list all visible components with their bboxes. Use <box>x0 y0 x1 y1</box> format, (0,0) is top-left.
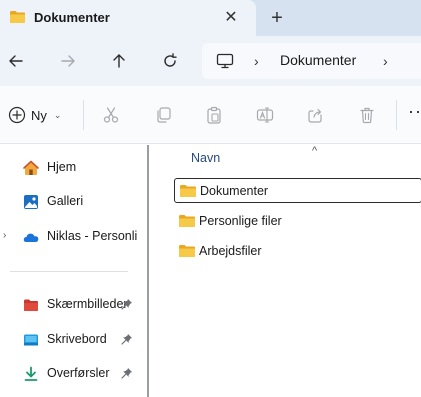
tab-close-icon[interactable]: ✕ <box>222 9 240 27</box>
address-bar[interactable]: › Dokumenter › <box>202 43 421 79</box>
refresh-button[interactable] <box>158 49 182 73</box>
downloads-icon <box>24 366 38 381</box>
share-icon <box>308 108 322 123</box>
sidebar-item-galleri[interactable]: Galleri <box>0 190 140 214</box>
column-header-name[interactable]: Navn <box>191 151 220 165</box>
file-name: Arbejdsfiler <box>199 244 262 258</box>
command-bar: Ny ⌄ ·· <box>0 86 421 144</box>
new-button-label: Ny <box>31 107 47 123</box>
paste-button[interactable] <box>204 105 224 125</box>
breadcrumb-item[interactable]: Dokumenter <box>280 52 356 68</box>
sort-ascending-icon: ^ <box>312 145 318 157</box>
tab-bar: Dokumenter ✕ + <box>0 0 421 36</box>
file-list: ^ Navn Dokumenter Personlige filer Arbej… <box>150 145 421 397</box>
breadcrumb-separator[interactable]: › <box>383 53 388 69</box>
up-button[interactable] <box>107 49 131 73</box>
file-name: Dokumenter <box>200 184 269 198</box>
pin-icon[interactable] <box>121 298 133 310</box>
tab-dokumenter[interactable]: Dokumenter ✕ <box>0 0 256 36</box>
pin-icon[interactable] <box>121 333 133 345</box>
sidebar-item-hjem[interactable]: Hjem <box>0 156 140 180</box>
forward-button[interactable] <box>56 49 80 73</box>
trash-icon <box>360 107 374 124</box>
arrow-left-icon <box>9 55 23 67</box>
rename-icon <box>256 107 274 123</box>
new-tab-button[interactable]: + <box>266 8 288 30</box>
sidebar-item-label: Galleri <box>47 194 84 208</box>
folder-icon <box>180 185 196 197</box>
navigation-bar: › Dokumenter › <box>0 36 421 86</box>
arrow-up-icon <box>113 54 125 68</box>
share-button[interactable] <box>306 105 326 125</box>
folder-icon <box>179 245 195 257</box>
tab-title: Dokumenter <box>34 10 110 25</box>
file-row[interactable]: Dokumenter <box>174 178 421 203</box>
toolbar-divider <box>396 100 397 130</box>
file-name: Personlige filer <box>199 214 282 228</box>
sidebar-item-overforsler[interactable]: Overførsler <box>0 362 140 386</box>
chevron-down-icon: ⌄ <box>53 109 62 120</box>
more-options-button[interactable]: ·· <box>408 101 421 122</box>
plus-circle-icon <box>8 106 26 124</box>
arrow-right-icon <box>61 55 75 67</box>
folder-icon <box>10 11 25 23</box>
onedrive-cloud-icon <box>23 233 39 242</box>
navigation-pane: Hjem Galleri › Niklas - Personlig Skærmb… <box>0 145 148 397</box>
copy-button[interactable] <box>153 105 173 125</box>
screenshots-folder-icon <box>24 299 38 311</box>
delete-button[interactable] <box>357 105 377 125</box>
folder-icon <box>179 215 195 227</box>
file-row[interactable]: Arbejdsfiler <box>174 239 421 264</box>
home-icon <box>23 160 39 175</box>
scissors-icon <box>103 107 119 123</box>
sidebar-item-skaermbilleder[interactable]: Skærmbilleder <box>0 293 140 317</box>
back-button[interactable] <box>4 49 28 73</box>
sidebar-item-label: Hjem <box>47 160 77 174</box>
clipboard-icon <box>207 106 221 124</box>
toolbar-divider <box>83 100 84 130</box>
sidebar-item-onedrive[interactable]: › Niklas - Personlig <box>0 225 140 249</box>
refresh-icon <box>164 53 177 67</box>
gallery-icon <box>24 195 38 209</box>
copy-icon <box>157 107 171 123</box>
desktop-icon <box>24 334 38 346</box>
sidebar-divider <box>10 271 128 272</box>
chevron-right-icon[interactable]: › <box>3 230 6 241</box>
new-button[interactable]: Ny ⌄ <box>8 104 61 126</box>
sidebar-item-label: Niklas - Personlig <box>47 229 137 243</box>
pin-icon[interactable] <box>121 367 133 379</box>
rename-button[interactable] <box>255 105 275 125</box>
sidebar-item-skrivebord[interactable]: Skrivebord <box>0 328 140 352</box>
this-pc-icon <box>216 53 234 69</box>
file-row[interactable]: Personlige filer <box>174 209 421 234</box>
sidebar-scrollbar[interactable] <box>147 145 149 397</box>
cut-button[interactable] <box>101 105 121 125</box>
breadcrumb-separator[interactable]: › <box>254 53 259 69</box>
